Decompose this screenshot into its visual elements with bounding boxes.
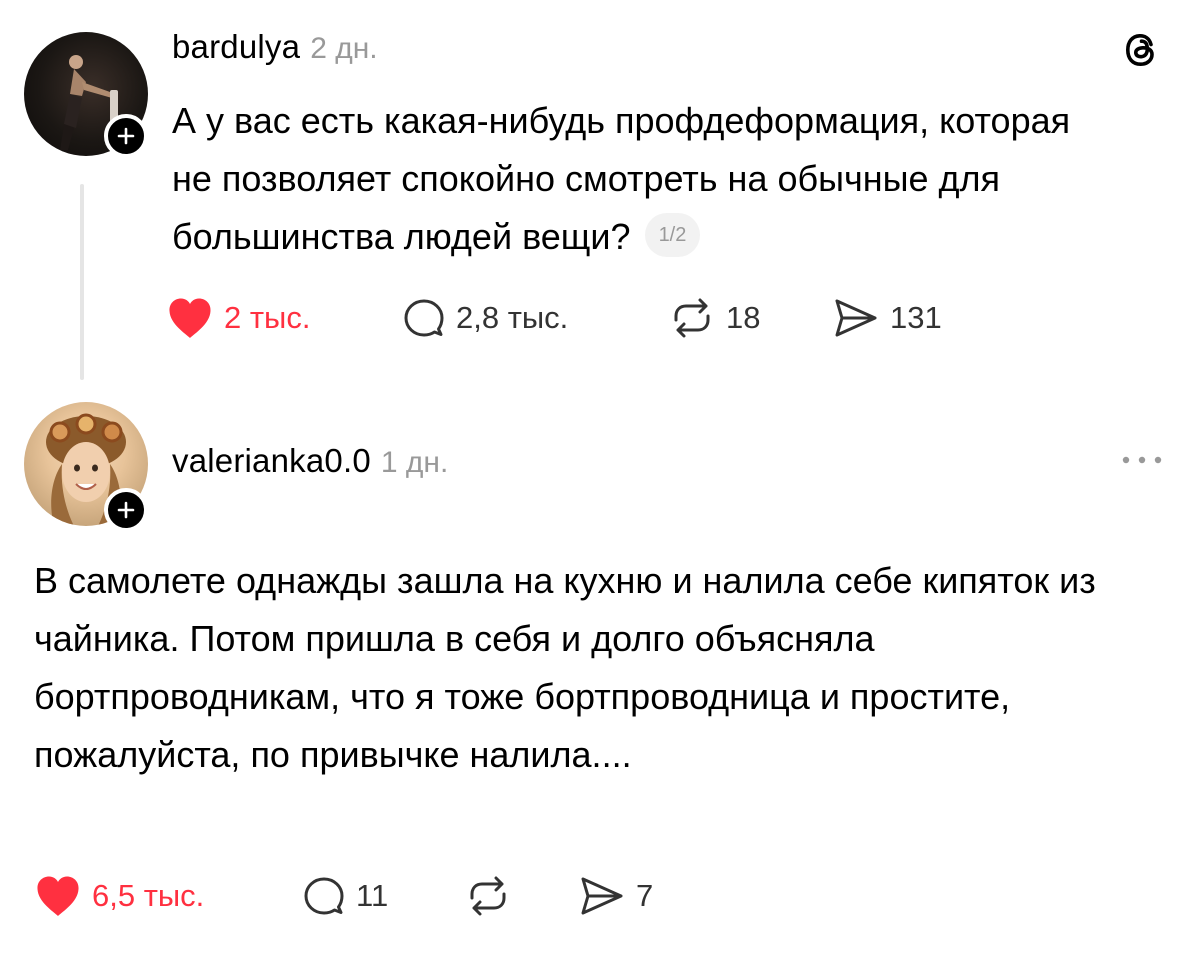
post-time: 1 дн. <box>380 446 449 479</box>
follow-button[interactable] <box>104 114 148 158</box>
heart-filled-icon <box>169 298 211 338</box>
post-header: valerianka0.0 1 дн. <box>172 442 448 480</box>
repost-button[interactable] <box>464 874 578 918</box>
username[interactable]: bardulya <box>172 28 300 65</box>
plus-icon <box>117 501 135 519</box>
reply-count: 2,8 тыс. <box>456 300 569 335</box>
share-count: 7 <box>636 878 654 913</box>
like-button[interactable]: 6,5 тыс. <box>34 874 302 918</box>
post-time: 2 дн. <box>310 32 378 65</box>
post-actions: 2 тыс. 2,8 тыс. 18 131 <box>166 294 942 342</box>
post-actions: 6,5 тыс. 11 7 <box>34 872 653 920</box>
page-indicator[interactable]: 1/2 <box>644 213 701 258</box>
like-count: 6,5 тыс. <box>92 878 205 913</box>
follow-button[interactable] <box>104 488 148 532</box>
heart-filled-icon <box>37 876 79 916</box>
comment-bubble-icon <box>404 299 444 337</box>
send-icon <box>581 877 623 915</box>
reply-button[interactable]: 11 <box>302 874 464 918</box>
username[interactable]: valerianka0.0 <box>172 442 371 479</box>
threads-logo-icon[interactable] <box>1120 28 1164 72</box>
post-body: В самолете однажды зашла на кухню и нали… <box>34 560 1096 775</box>
share-button[interactable]: 7 <box>578 874 653 918</box>
comment-bubble-icon <box>304 877 344 915</box>
post-header: bardulya 2 дн. <box>172 28 378 66</box>
repost-icon <box>470 876 506 916</box>
repost-count: 18 <box>726 300 761 335</box>
like-button[interactable]: 2 тыс. <box>166 296 402 340</box>
repost-icon <box>674 298 710 338</box>
reply-count: 11 <box>356 878 389 913</box>
share-button[interactable]: 131 <box>832 296 942 340</box>
post-text: В самолете однажды зашла на кухню и нали… <box>34 552 1164 784</box>
post-text: А у вас есть какая-нибудь профдеформация… <box>172 92 1112 266</box>
share-count: 131 <box>890 300 942 335</box>
repost-button[interactable]: 18 <box>668 296 832 340</box>
send-icon <box>835 299 877 337</box>
reply-button[interactable]: 2,8 тыс. <box>402 296 668 340</box>
plus-icon <box>117 127 135 145</box>
thread-connector-line <box>80 184 84 380</box>
like-count: 2 тыс. <box>224 300 311 335</box>
more-options-icon[interactable] <box>1118 452 1166 468</box>
post-body: А у вас есть какая-нибудь профдеформация… <box>172 100 1071 257</box>
